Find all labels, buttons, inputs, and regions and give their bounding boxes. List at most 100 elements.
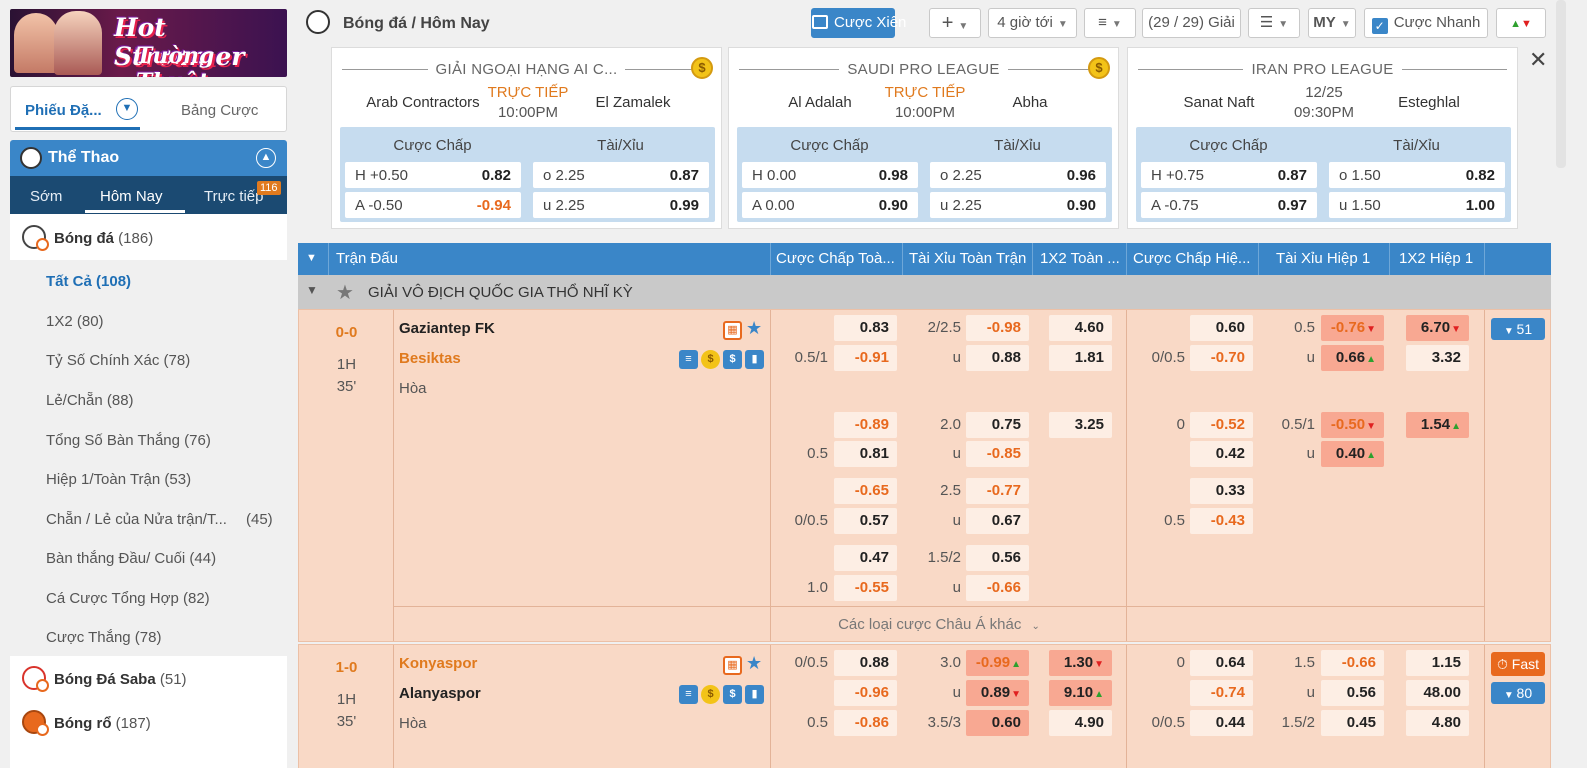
sport-item-saba-soccer[interactable]: Bóng Đá Saba (51) <box>10 657 287 701</box>
sports-header[interactable]: Thể Thao ▲ <box>10 140 287 176</box>
league-row[interactable]: ▼ ★ GIẢI VÔ ĐỊCH QUỐC GIA THỔ NHĨ KỲ <box>298 275 1551 309</box>
odds-button[interactable]: 1.54▲ <box>1406 412 1469 438</box>
bet-type-outright[interactable]: Cược Thắng (78) <box>46 629 161 646</box>
odds-button[interactable]: 0.81 <box>834 441 897 467</box>
odds-button[interactable]: -0.89 <box>834 412 897 438</box>
star-icon[interactable]: ★ <box>336 280 354 305</box>
bet-type-all[interactable]: Tất Cả (108) <box>46 273 131 290</box>
bet-type-half-odd-even[interactable]: Chẵn / Lẻ của Nửa trận/T... (45) <box>46 511 273 528</box>
sort-button[interactable]: ≡ ▼ <box>1084 8 1136 38</box>
odds-button[interactable]: -0.43 <box>1190 508 1253 534</box>
dollar-icon[interactable]: $ <box>723 685 742 704</box>
add-menu-button[interactable]: + ▼ <box>929 8 981 38</box>
cashout-coin-icon[interactable]: $ <box>701 350 720 369</box>
odds-button[interactable]: -0.99▲ <box>966 650 1029 676</box>
featured-match-card[interactable]: GIẢI NGOẠI HẠNG AI C... $ Arab Contractors… <box>331 47 722 229</box>
odds-button[interactable]: 0.89▼ <box>966 680 1029 706</box>
time-filter-select[interactable]: 4 giờ tới ▼ <box>988 8 1077 38</box>
odds-button[interactable]: 3.32 <box>1406 345 1469 371</box>
odds-button[interactable]: 0.33 <box>1190 478 1253 504</box>
bet-type-first-last-goal[interactable]: Bàn thắng Đầu/ Cuối (44) <box>46 550 216 567</box>
odds-button[interactable]: -0.52 <box>1190 412 1253 438</box>
parlay-icon[interactable]: ≡ <box>679 350 698 369</box>
away-team[interactable]: Alanyaspor <box>399 685 481 702</box>
chevron-down-icon[interactable]: ▼ <box>306 283 318 297</box>
odds-button[interactable]: 0.88 <box>966 345 1029 371</box>
odds-button[interactable]: 0.56 <box>1321 680 1384 706</box>
odds-button[interactable]: -0.85 <box>966 441 1029 467</box>
chevron-up-icon[interactable]: ▲ <box>256 148 276 168</box>
odds-cell-away-handicap[interactable]: A 0.00 0.90 <box>742 192 918 218</box>
tab-bet-ticket[interactable]: Phiếu Đặ... <box>25 102 102 119</box>
cashout-coin-icon[interactable]: $ <box>701 685 720 704</box>
sport-item-soccer[interactable]: Bóng đá (186) <box>10 216 287 260</box>
odds-button[interactable]: -0.74 <box>1190 680 1253 706</box>
chevron-down-icon[interactable]: ▼ <box>306 252 317 264</box>
odds-button[interactable]: 9.10▲ <box>1049 680 1112 706</box>
odds-button[interactable]: 0.47 <box>834 545 897 571</box>
home-team[interactable]: Gaziantep FK <box>399 320 495 337</box>
parlay-button[interactable]: Cược Xiên <box>811 8 906 38</box>
odds-button[interactable]: 0.40▲ <box>1321 441 1384 467</box>
more-asian-markets[interactable]: Các loại cược Châu Á khác ⌄ <box>394 606 1484 642</box>
odds-button[interactable]: -0.66 <box>1321 650 1384 676</box>
stats-chart-icon[interactable]: ▮ <box>745 685 764 704</box>
odds-button[interactable]: 0.56 <box>966 545 1029 571</box>
bet-type-total-goals[interactable]: Tổng Số Bàn Thắng (76) <box>46 432 211 449</box>
fast-market-button[interactable]: ⏱ Fast <box>1491 652 1545 676</box>
odds-button[interactable]: 1.81 <box>1049 345 1112 371</box>
odds-cell-under[interactable]: u 2.25 0.99 <box>533 192 709 218</box>
odds-button[interactable]: -0.98 <box>966 315 1029 341</box>
more-markets-button[interactable]: ▼ 80 <box>1491 682 1545 704</box>
bet-type-1x2[interactable]: 1X2 (80) <box>46 313 104 330</box>
bet-type-odd-even[interactable]: Lẻ/Chẵn (88) <box>46 392 134 409</box>
odds-button[interactable]: -0.70 <box>1190 345 1253 371</box>
odds-button[interactable]: -0.96 <box>834 680 897 706</box>
odds-button[interactable]: 3.25 <box>1049 412 1112 438</box>
away-team[interactable]: Besiktas <box>399 350 461 367</box>
odds-button[interactable]: -0.66 <box>966 575 1029 601</box>
odds-button[interactable]: 48.00 <box>1406 680 1469 706</box>
odds-button[interactable]: -0.55 <box>834 575 897 601</box>
odds-cell-away-handicap[interactable]: A -0.50 -0.94 <box>345 192 521 218</box>
odds-button[interactable]: 4.80 <box>1406 710 1469 736</box>
favorite-star-icon[interactable]: ★ <box>746 653 762 674</box>
odds-change-button[interactable]: ▲▼ <box>1496 8 1546 38</box>
odds-button[interactable]: 0.44 <box>1190 710 1253 736</box>
featured-match-card[interactable]: IRAN PRO LEAGUE Sanat Naft 12/25 09:30PM Est… <box>1127 47 1518 229</box>
odds-button[interactable]: 0.66▲ <box>1321 345 1384 371</box>
stats-chart-icon[interactable]: ▮ <box>745 350 764 369</box>
league-filter-button[interactable]: (29 / 29) Giải <box>1142 8 1241 38</box>
more-markets-button[interactable]: ▼ 51 <box>1491 318 1545 340</box>
home-team[interactable]: Konyaspor <box>399 655 477 672</box>
tab-live[interactable]: Trực tiếp <box>204 188 264 205</box>
odds-button[interactable]: 1.15 <box>1406 650 1469 676</box>
bet-type-mix-parlay[interactable]: Cá Cược Tổng Hợp (82) <box>46 590 210 607</box>
bet-type-half-full[interactable]: Hiệp 1/Toàn Trận (53) <box>46 471 191 488</box>
tab-today[interactable]: Hôm Nay <box>100 188 163 205</box>
odds-button[interactable]: 0.83 <box>834 315 897 341</box>
odds-type-select[interactable]: MY ▼ <box>1308 8 1356 38</box>
odds-cell-over[interactable]: o 1.50 0.82 <box>1329 162 1505 188</box>
view-mode-button[interactable]: ☰ ▼ <box>1248 8 1300 38</box>
odds-button[interactable]: 0.75 <box>966 412 1029 438</box>
hot-streamer-banner[interactable]: Hot Streamer Tường Thuật <box>10 9 287 77</box>
odds-button[interactable]: 6.70▼ <box>1406 315 1469 341</box>
sport-item-basketball[interactable]: Bóng rổ (187) <box>10 701 287 745</box>
odds-cell-over[interactable]: o 2.25 0.96 <box>930 162 1106 188</box>
favorite-star-icon[interactable]: ★ <box>746 318 762 339</box>
quick-bet-toggle[interactable]: ✓ Cược Nhanh <box>1364 8 1488 38</box>
odds-button[interactable]: 0.42 <box>1190 441 1253 467</box>
odds-button[interactable]: 0.60 <box>966 710 1029 736</box>
odds-cell-under[interactable]: u 1.50 1.00 <box>1329 192 1505 218</box>
parlay-icon[interactable]: ≡ <box>679 685 698 704</box>
odds-button[interactable]: 0.60 <box>1190 315 1253 341</box>
chevron-down-icon[interactable]: ▼ <box>116 98 138 120</box>
odds-button[interactable]: -0.86 <box>834 710 897 736</box>
odds-cell-away-handicap[interactable]: A -0.75 0.97 <box>1141 192 1317 218</box>
odds-button[interactable]: -0.65 <box>834 478 897 504</box>
odds-cell-under[interactable]: u 2.25 0.90 <box>930 192 1106 218</box>
scrollbar[interactable] <box>1556 0 1566 168</box>
tab-early[interactable]: Sớm <box>30 188 62 205</box>
odds-cell-home-handicap[interactable]: H 0.00 0.98 <box>742 162 918 188</box>
